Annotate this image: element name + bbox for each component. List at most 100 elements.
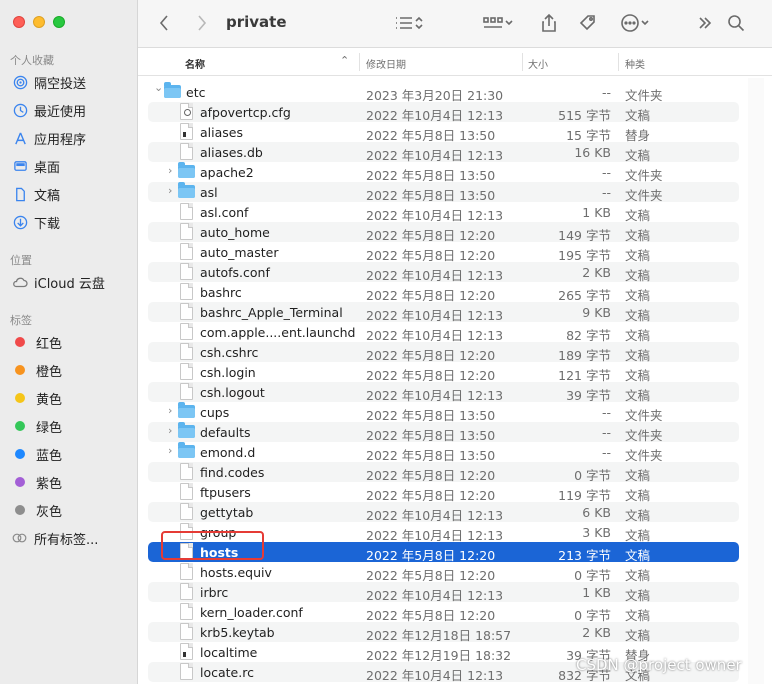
file-size: 16 KB (574, 145, 611, 160)
file-date: 2022 年10月4日 12:13 (366, 668, 504, 683)
sidebar-item-downloads[interactable]: 下载 (12, 212, 60, 232)
sidebar-item-label: 文稿 (34, 188, 61, 204)
sidebar-tag-yellow[interactable]: 黄色 (12, 388, 62, 408)
sidebar-item-desktop[interactable]: 桌面 (12, 156, 60, 176)
sidebar-tag-green[interactable]: 绿色 (12, 416, 62, 436)
file-name: autofs.conf (200, 265, 270, 280)
minimize-window-button[interactable] (33, 16, 45, 28)
tag-color-dot (15, 505, 25, 515)
sidebar-tag-gray[interactable]: 灰色 (12, 500, 62, 520)
file-row[interactable]: csh.login 2022 年5月8日 12:20 121 字节 文稿 (148, 362, 739, 383)
file-row[interactable]: csh.cshrc 2022 年5月8日 12:20 189 字节 文稿 (148, 342, 739, 363)
list-view-button[interactable] (394, 12, 424, 34)
overflow-button[interactable] (698, 12, 712, 34)
file-row[interactable]: afpovertcp.cfg 2022 年10月4日 12:13 515 字节 文稿 (148, 102, 739, 123)
share-button[interactable] (540, 12, 558, 34)
disclosure-open-icon[interactable]: ⌄ (154, 81, 164, 94)
sidebar-item-applications[interactable]: 应用程序 (12, 128, 86, 148)
chevron-right-icon (198, 15, 207, 31)
tag-color-dot (15, 365, 25, 375)
sidebar-all-tags[interactable]: 所有标签... (12, 528, 98, 548)
tag-button[interactable] (578, 12, 598, 34)
file-size: -- (601, 85, 611, 100)
file-icon (180, 103, 193, 120)
file-row[interactable]: bashrc_Apple_Terminal 2022 年10月4日 12:13 9 … (148, 302, 739, 323)
disclosure-closed-icon[interactable]: › (168, 444, 178, 457)
sidebar-item-recents[interactable]: 最近使用 (12, 100, 86, 120)
file-row[interactable]: hosts 2022 年5月8日 12:20 213 字节 文稿 (148, 542, 739, 563)
file-row[interactable]: krb5.keytab 2022 年12月18日 18:57 2 KB 文稿 (148, 622, 739, 643)
sidebar-tag-blue[interactable]: 蓝色 (12, 444, 62, 464)
action-menu-button[interactable] (620, 12, 650, 34)
file-row[interactable]: kern_loader.conf 2022 年5月8日 12:20 0 字节 文稿 (148, 602, 739, 623)
zoom-window-button[interactable] (53, 16, 65, 28)
file-name: afpovertcp.cfg (200, 105, 291, 120)
back-button[interactable] (158, 12, 170, 34)
file-row[interactable]: com.apple....ent.launchd 2022 年10月4日 12:1… (148, 322, 739, 343)
disclosure-closed-icon[interactable]: › (168, 424, 178, 437)
file-name: csh.login (200, 365, 256, 380)
file-name: bashrc (200, 285, 242, 300)
file-icon (180, 663, 193, 680)
tag-icon (579, 15, 595, 31)
file-row[interactable]: asl.conf 2022 年10月4日 12:13 1 KB 文稿 (148, 202, 739, 223)
sidebar-item-label: 橙色 (36, 364, 63, 380)
file-name: locate.rc (200, 665, 254, 680)
file-size: 1 KB (582, 585, 611, 600)
sidebar: 个人收藏 隔空投送 最近使用 应用程序 桌面 文稿 下载 位置 iCloud 云… (0, 0, 138, 684)
file-row[interactable]: hosts.equiv 2022 年5月8日 12:20 0 字节 文稿 (148, 562, 739, 583)
file-size: -- (601, 405, 611, 420)
forward-button[interactable] (196, 12, 208, 34)
file-row[interactable]: › cups 2022 年5月8日 13:50 -- 文件夹 (148, 402, 739, 423)
file-row[interactable]: autofs.conf 2022 年10月4日 12:13 2 KB 文稿 (148, 262, 739, 283)
share-icon (542, 13, 556, 32)
file-row[interactable]: gettytab 2022 年10月4日 12:13 6 KB 文稿 (148, 502, 739, 523)
column-header-name[interactable]: 名称 (185, 56, 205, 71)
file-row[interactable]: irbrc 2022 年10月4日 12:13 1 KB 文稿 (148, 582, 739, 603)
sidebar-tag-orange[interactable]: 橙色 (12, 360, 62, 380)
file-row[interactable]: bashrc 2022 年5月8日 12:20 265 字节 文稿 (148, 282, 739, 303)
file-row[interactable]: › asl 2022 年5月8日 13:50 -- 文件夹 (148, 182, 739, 203)
file-row[interactable]: group 2022 年10月4日 12:13 3 KB 文稿 (148, 522, 739, 543)
sidebar-tag-red[interactable]: 红色 (12, 332, 62, 352)
file-name: auto_home (200, 225, 270, 240)
file-row[interactable]: › apache2 2022 年5月8日 13:50 -- 文件夹 (148, 162, 739, 183)
file-icon (180, 463, 193, 480)
column-header-size[interactable]: 大小 (528, 56, 548, 71)
sidebar-item-documents[interactable]: 文稿 (12, 184, 60, 204)
disclosure-closed-icon[interactable]: › (168, 184, 178, 197)
file-row[interactable]: ftpusers 2022 年5月8日 12:20 119 字节 文稿 (148, 482, 739, 503)
file-row[interactable]: auto_master 2022 年5月8日 12:20 195 字节 文稿 (148, 242, 739, 263)
file-row[interactable]: › emond.d 2022 年5月8日 13:50 -- 文件夹 (148, 442, 739, 463)
file-name: csh.logout (200, 385, 265, 400)
search-button[interactable] (727, 12, 745, 34)
file-row[interactable]: ⌄ etc 2023 年3月20日 21:30 -- 文件夹 (148, 81, 739, 103)
double-chevron-right-icon (699, 17, 712, 29)
file-row[interactable]: csh.logout 2022 年10月4日 12:13 39 字节 文稿 (148, 382, 739, 403)
file-row[interactable]: aliases.db 2022 年10月4日 12:13 16 KB 文稿 (148, 142, 739, 163)
column-header-kind[interactable]: 种类 (625, 56, 645, 71)
chevron-down-icon (505, 20, 513, 26)
file-row[interactable]: › defaults 2022 年5月8日 13:50 -- 文件夹 (148, 422, 739, 443)
file-name: krb5.keytab (200, 625, 275, 640)
file-row[interactable]: aliases 2022 年5月8日 13:50 15 字节 替身 (148, 122, 739, 143)
file-icon (180, 563, 193, 580)
file-name: cups (200, 405, 230, 420)
sidebar-item-airdrop[interactable]: 隔空投送 (12, 72, 86, 92)
file-name: irbrc (200, 585, 229, 600)
column-header-date[interactable]: 修改日期 (366, 56, 406, 71)
disclosure-closed-icon[interactable]: › (168, 404, 178, 417)
file-name: defaults (200, 425, 251, 440)
close-window-button[interactable] (13, 16, 25, 28)
sidebar-tag-purple[interactable]: 紫色 (12, 472, 62, 492)
group-button[interactable] (482, 12, 514, 34)
search-icon (728, 15, 745, 32)
file-row[interactable]: find.codes 2022 年5月8日 12:20 0 字节 文稿 (148, 462, 739, 483)
column-header: 名称 ⌃ 修改日期 大小 种类 (138, 48, 772, 76)
file-row[interactable]: auto_home 2022 年5月8日 12:20 149 字节 文稿 (148, 222, 739, 243)
disclosure-closed-icon[interactable]: › (168, 164, 178, 177)
file-size: -- (601, 165, 611, 180)
list-view-icon (396, 17, 412, 29)
vertical-scrollbar[interactable] (748, 78, 764, 684)
sidebar-item-icloud[interactable]: iCloud 云盘 (12, 272, 105, 292)
